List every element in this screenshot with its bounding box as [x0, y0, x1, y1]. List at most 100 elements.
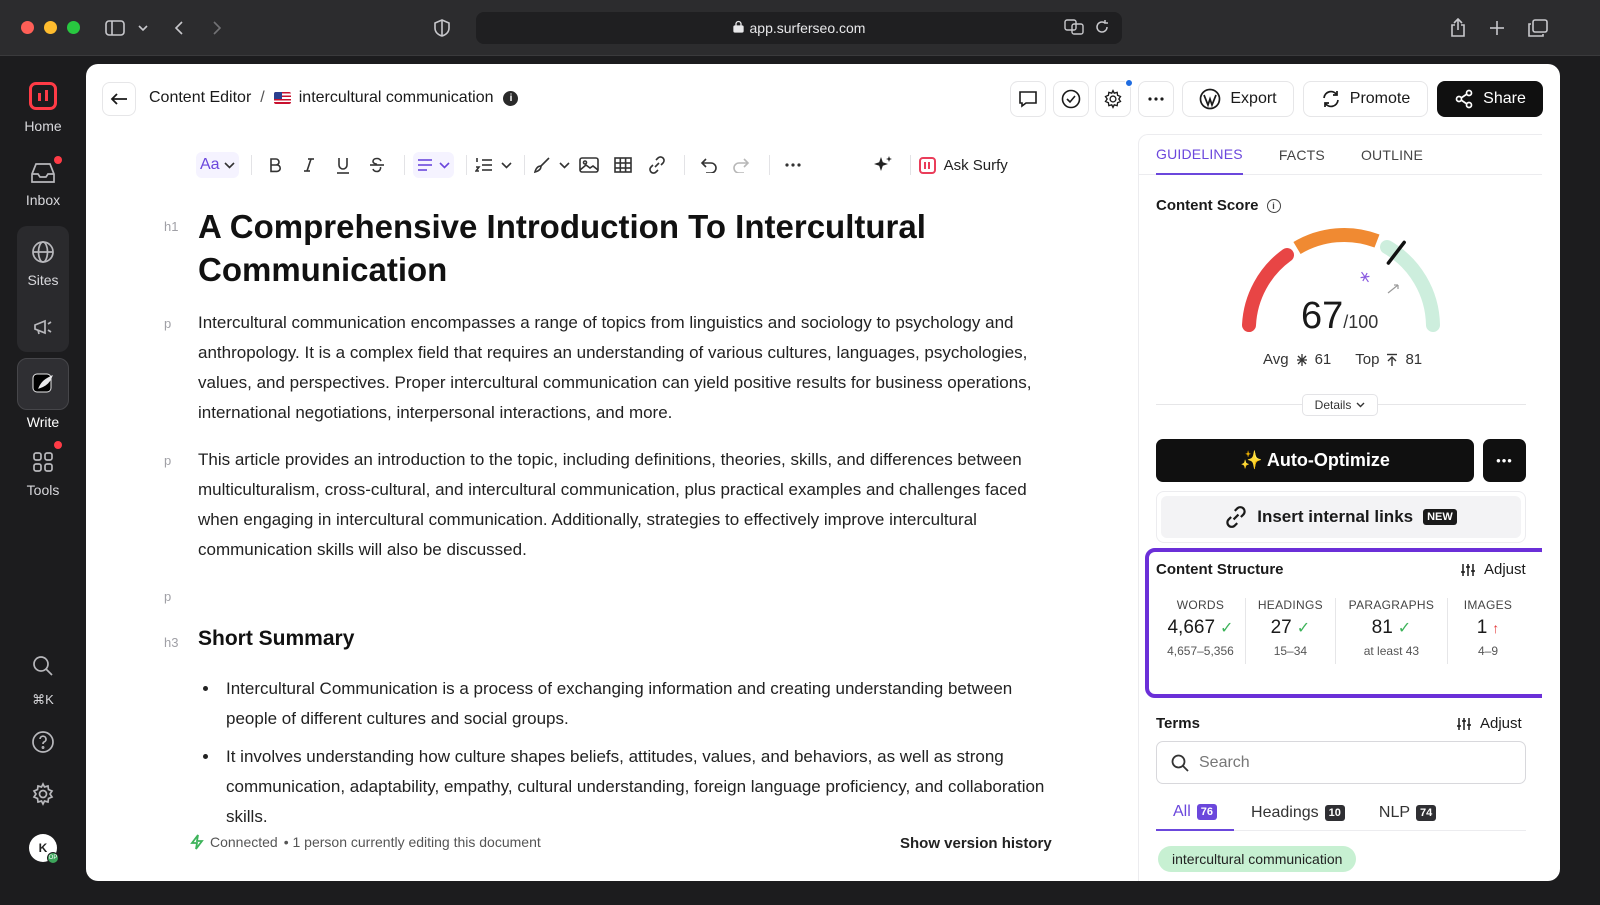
- score-benchmarks: Avg 61 Top 81: [1263, 351, 1422, 368]
- structure-metrics: WORDS 4,667 ✓ 4,657–5,356 HEADINGS 27 ✓ 15…: [1156, 598, 1528, 664]
- metric-headings[interactable]: HEADINGS 27 ✓ 15–34: [1246, 598, 1336, 664]
- section-heading[interactable]: Short Summary: [198, 627, 354, 651]
- details-label: Details: [1314, 398, 1352, 412]
- term-chip[interactable]: intercultural communication: [1158, 846, 1357, 872]
- sliders-icon: [1457, 717, 1471, 730]
- details-dropdown[interactable]: Details: [1302, 394, 1378, 416]
- sidebar-item-write[interactable]: [17, 358, 69, 410]
- megaphone-icon: [34, 319, 52, 335]
- inbox-icon: [31, 163, 55, 183]
- block-tag-h3: h3: [164, 635, 179, 650]
- share-button[interactable]: Share: [1437, 81, 1543, 117]
- sidebar-item-help[interactable]: [0, 730, 86, 754]
- gear-icon: [32, 782, 54, 806]
- avg-label: Avg: [1263, 351, 1289, 368]
- paragraph-2[interactable]: This article provides an introduction to…: [198, 445, 1058, 565]
- new-tab-icon[interactable]: [1487, 15, 1507, 41]
- metric-paragraphs[interactable]: PARAGRAPHS 81 ✓ at least 43: [1336, 598, 1448, 664]
- chevron-down-icon: [1356, 402, 1365, 408]
- arrow-up-icon: [1387, 353, 1398, 366]
- metric-range: at least 43: [1363, 644, 1420, 658]
- check-icon: ✓: [1397, 620, 1412, 637]
- new-badge: NEW: [1423, 509, 1457, 525]
- content-structure-card: Content Structure Adjust WORDS 4,667 ✓ 4,…: [1145, 548, 1542, 698]
- editing-label: • 1 person currently editing this docume…: [283, 834, 541, 850]
- filter-tab-nlp[interactable]: NLP 74: [1362, 795, 1453, 831]
- terms-adjust-button[interactable]: Adjust: [1456, 715, 1522, 732]
- sidebar-label: Sites: [27, 272, 59, 288]
- export-button[interactable]: Export: [1182, 81, 1294, 117]
- translate-icon[interactable]: [1064, 19, 1084, 38]
- grid-icon: [33, 452, 53, 472]
- promote-label: Promote: [1349, 90, 1411, 107]
- sidebar-item-inbox[interactable]: Inbox: [0, 162, 86, 208]
- forward-icon[interactable]: [208, 15, 226, 41]
- avg-marker-icon: [1360, 271, 1370, 283]
- tab-overview-icon[interactable]: [1527, 15, 1549, 41]
- editor-canvas[interactable]: h1 A Comprehensive Introduction To Inter…: [86, 64, 1138, 881]
- document-heading[interactable]: A Comprehensive Introduction To Intercul…: [198, 205, 1078, 291]
- gauge-red-arc: [1242, 248, 1294, 332]
- metric-range: 15–34: [1273, 644, 1308, 658]
- connected-label: Connected: [210, 834, 278, 850]
- version-history-link[interactable]: Show version history: [900, 835, 1052, 852]
- metric-value: 81: [1371, 617, 1393, 638]
- tab-guidelines[interactable]: GUIDELINES: [1156, 135, 1243, 175]
- metric-value-row: 27 ✓: [1271, 617, 1311, 639]
- share-label: Share: [1483, 90, 1526, 107]
- avg-benchmark: Avg 61: [1263, 351, 1331, 368]
- sidebar-label: Tools: [26, 482, 60, 498]
- auto-optimize-button[interactable]: ✨ Auto-Optimize: [1156, 439, 1474, 482]
- top-benchmark: Top 81: [1355, 351, 1422, 368]
- list-item[interactable]: It involves understanding how culture sh…: [220, 742, 1050, 832]
- metric-value-row: 4,667 ✓: [1167, 617, 1233, 639]
- chevron-down-icon[interactable]: [136, 15, 150, 41]
- shortcut-label: ⌘K: [32, 692, 54, 707]
- sidebar-item-tools[interactable]: Tools: [0, 450, 86, 498]
- sidebar-label: Inbox: [25, 192, 61, 208]
- filter-tab-all[interactable]: All 76: [1156, 795, 1235, 831]
- block-tag-p: p: [164, 316, 172, 331]
- metric-value: 4,667: [1167, 617, 1216, 638]
- sidebar-toggle-icon[interactable]: [104, 15, 126, 41]
- zoom-window-button[interactable]: [67, 21, 80, 34]
- metric-images[interactable]: IMAGES 1 ↑ 4–9: [1448, 598, 1528, 664]
- back-icon[interactable]: [170, 15, 188, 41]
- filter-label: NLP: [1378, 804, 1411, 821]
- metric-label: WORDS: [1176, 598, 1225, 612]
- tab-facts[interactable]: FACTS: [1279, 135, 1325, 175]
- sidebar-item-settings[interactable]: [0, 782, 86, 806]
- shield-icon[interactable]: [432, 15, 452, 41]
- block-tag-p: p: [164, 453, 172, 468]
- avg-value: 61: [1314, 351, 1332, 368]
- terms-search-input[interactable]: Search: [1156, 741, 1526, 784]
- metric-label: IMAGES: [1463, 598, 1513, 612]
- auto-optimize-more-button[interactable]: •••: [1483, 439, 1526, 482]
- filter-tab-headings[interactable]: Headings 10: [1234, 795, 1362, 831]
- surfer-logo-icon: [29, 82, 57, 110]
- sidebar-item-campaigns[interactable]: [0, 318, 86, 336]
- metric-words[interactable]: WORDS 4,667 ✓ 4,657–5,356: [1156, 598, 1246, 664]
- structure-adjust-button[interactable]: Adjust: [1460, 561, 1526, 578]
- sidebar-item-search[interactable]: ⌘K: [0, 654, 86, 708]
- minimize-window-button[interactable]: [44, 21, 57, 34]
- more-options-button[interactable]: [1138, 81, 1174, 117]
- lock-icon: [732, 20, 744, 36]
- share-sheet-icon[interactable]: [1448, 15, 1468, 41]
- paragraph-1[interactable]: Intercultural communication encompasses …: [198, 308, 1058, 428]
- inbox-notification-badge: [54, 156, 62, 164]
- promote-button[interactable]: Promote: [1303, 81, 1428, 117]
- search-placeholder: Search: [1199, 753, 1250, 771]
- ellipsis-icon: [1148, 97, 1164, 101]
- top-marker-icon: [1387, 284, 1399, 294]
- sidebar-item-home[interactable]: Home: [0, 82, 86, 134]
- insert-internal-links-button[interactable]: Insert internal links NEW: [1161, 496, 1521, 538]
- info-icon[interactable]: i: [1266, 198, 1281, 213]
- address-bar[interactable]: app.surferseo.com: [476, 12, 1122, 44]
- list-item[interactable]: Intercultural Communication is a process…: [220, 674, 1050, 734]
- close-window-button[interactable]: [21, 21, 34, 34]
- reload-icon[interactable]: [1094, 19, 1110, 38]
- gauge-orange-arc: [1293, 228, 1380, 255]
- tab-outline[interactable]: OUTLINE: [1361, 135, 1423, 175]
- sidebar-item-sites[interactable]: Sites: [0, 240, 86, 288]
